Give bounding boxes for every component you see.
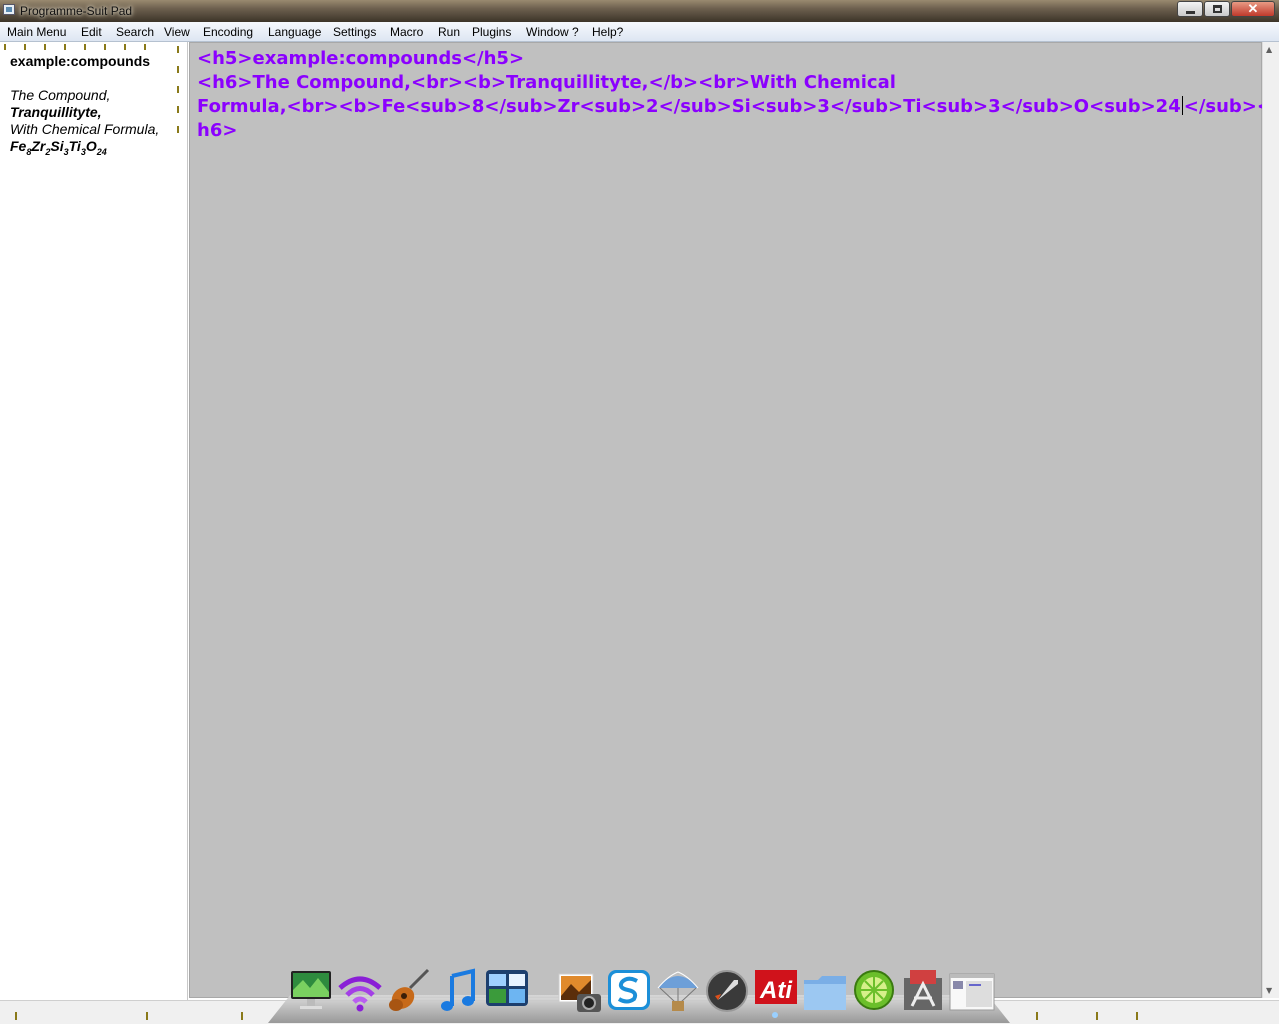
running-indicator <box>772 1012 778 1018</box>
menu-language[interactable]: Language <box>268 25 321 39</box>
menu-main-menu[interactable]: Main Menu <box>7 25 66 39</box>
preview-heading: example:compounds <box>10 53 151 69</box>
ati-logo-text: Ati <box>759 977 793 1004</box>
html-preview-panel: example:compounds The Compound, Tranquil… <box>0 42 188 1000</box>
formula-element: Si <box>50 138 64 154</box>
dock: Ati <box>288 968 998 1014</box>
preview-line-name: Tranquillityte, <box>10 104 102 120</box>
folder-icon[interactable] <box>802 968 848 1014</box>
ruler-tick <box>177 126 179 133</box>
code-text[interactable]: <h5>example:compounds</h5> <h6>The Compo… <box>197 47 1279 143</box>
menu-encoding[interactable]: Encoding <box>203 25 253 39</box>
status-tick <box>1036 1012 1038 1020</box>
ruler-tick <box>177 86 179 93</box>
ruler-tick <box>84 44 86 50</box>
preview-line-formula-label: With Chemical Formula, <box>10 121 160 137</box>
code-line: Formula,<br><b>Fe<sub>8</sub>Zr<sub>2</s… <box>197 95 1279 119</box>
code-line: <h5>example:compounds</h5> <box>197 48 525 69</box>
app-icon <box>3 4 15 15</box>
menu-search[interactable]: Search <box>116 25 154 39</box>
code-editor[interactable]: <h5>example:compounds</h5> <h6>The Compo… <box>189 42 1279 998</box>
menu-window[interactable]: Window ? <box>526 25 579 39</box>
ati-logo-icon[interactable]: Ati <box>753 968 799 1014</box>
monitor-icon[interactable] <box>288 968 334 1014</box>
status-tick <box>1136 1012 1138 1020</box>
maximize-icon <box>1213 5 1222 13</box>
music-note-icon[interactable] <box>435 968 481 1014</box>
close-button[interactable]: ✕ <box>1231 1 1275 17</box>
photo-camera-icon[interactable] <box>557 968 603 1014</box>
menu-view[interactable]: View <box>164 25 190 39</box>
formula-subscript: 24 <box>96 146 107 157</box>
menu-edit[interactable]: Edit <box>81 25 102 39</box>
scroll-up-icon[interactable]: ▲ <box>1266 45 1272 54</box>
ruler-tick <box>64 44 66 50</box>
ruler-tick <box>177 46 179 53</box>
status-tick <box>241 1012 243 1020</box>
code-line: h6> <box>197 120 238 141</box>
menu-run[interactable]: Run <box>438 25 460 39</box>
ruler-tick <box>124 44 126 50</box>
formula-element: Zr <box>31 138 46 154</box>
ruler-tick <box>4 44 6 50</box>
menu-plugins[interactable]: Plugins <box>472 25 511 39</box>
formula-element: Ti <box>68 138 81 154</box>
minimize-icon <box>1186 11 1195 14</box>
dashboard-icon[interactable] <box>484 968 530 1014</box>
ruler-tick <box>24 44 26 50</box>
text-caret <box>1181 96 1183 115</box>
title-bar: Programme-Suit Pad ✕ <box>0 0 1279 22</box>
ruler-tick <box>104 44 106 50</box>
ruler-tick <box>177 66 179 73</box>
lime-icon[interactable] <box>851 968 897 1014</box>
formula-element: Fe <box>10 138 27 154</box>
scroll-down-icon[interactable]: ▼ <box>1266 986 1272 995</box>
guitar-icon[interactable] <box>386 968 432 1014</box>
ruler-tick <box>144 44 146 50</box>
minimize-button[interactable] <box>1177 1 1203 17</box>
menu-help[interactable]: Help? <box>592 25 623 39</box>
menu-macro[interactable]: Macro <box>390 25 423 39</box>
window-thumbnail-icon[interactable] <box>949 968 995 1014</box>
status-tick <box>15 1012 17 1020</box>
window-controls: ✕ <box>1176 1 1275 18</box>
wifi-icon[interactable] <box>337 968 383 1014</box>
rocket-icon[interactable] <box>704 968 750 1014</box>
formula-element: O <box>85 138 97 154</box>
logo-s-icon[interactable] <box>606 968 652 1014</box>
preview-line-compound: The Compound, <box>10 87 111 103</box>
window-title: Programme-Suit Pad <box>20 4 133 18</box>
vertical-scrollbar[interactable]: ▲ ▼ <box>1262 42 1279 998</box>
ruler-tick <box>177 106 179 113</box>
code-line: <h6>The Compound,<br><b>Tranquillityte,<… <box>197 72 896 93</box>
menu-settings[interactable]: Settings <box>333 25 376 39</box>
preview-formula: Fe8Zr2Si3Ti3O24 <box>10 138 107 157</box>
parachute-icon[interactable] <box>655 968 701 1014</box>
close-icon: ✕ <box>1247 1 1259 16</box>
menu-bar: Main Menu Edit Search View Encoding Lang… <box>0 22 1279 42</box>
status-tick <box>1096 1012 1098 1020</box>
app-store-icon[interactable] <box>900 968 946 1014</box>
code-line-segment: Formula,<br><b>Fe<sub>8</sub>Zr<sub>2</s… <box>197 96 1181 117</box>
ruler-tick <box>44 44 46 50</box>
status-tick <box>146 1012 148 1020</box>
maximize-button[interactable] <box>1204 1 1230 17</box>
